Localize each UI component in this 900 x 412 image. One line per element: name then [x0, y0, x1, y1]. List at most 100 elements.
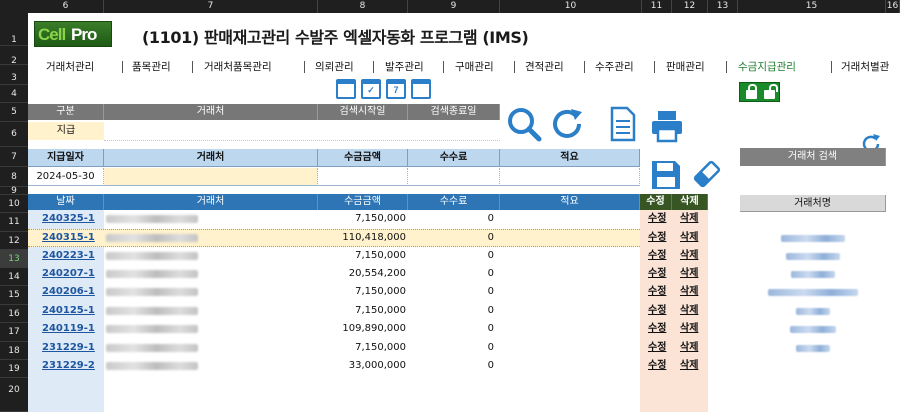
main-menu: 거래처관리 품목관리 거래처품목관리 의뢰관리 발주관리 구매관리 견적관리 수…	[28, 59, 900, 77]
row-number[interactable]: 20	[0, 378, 28, 412]
vendor-name-item[interactable]	[740, 265, 886, 283]
lock-unlock-toggle[interactable]	[739, 82, 780, 102]
save-icon[interactable]	[650, 159, 682, 191]
row-number[interactable]: 10	[0, 195, 28, 213]
row-number[interactable]: 3	[0, 65, 28, 85]
menu-item-sales-order[interactable]: 수주관리	[595, 59, 634, 74]
entry-memo-input[interactable]	[500, 168, 640, 186]
entry-fee-input[interactable]	[408, 168, 500, 186]
row-number[interactable]: 2	[0, 46, 28, 66]
row-code-link[interactable]: 240125-1	[42, 302, 95, 320]
menu-item-sales[interactable]: 판매관리	[666, 59, 705, 74]
column-6[interactable]: 6	[28, 0, 104, 13]
menu-item-vendor-product[interactable]: 거래처품목관리	[204, 59, 272, 74]
row-edit-button[interactable]: 수정	[648, 357, 666, 375]
menu-item-estimate[interactable]: 견적관리	[525, 59, 564, 74]
column-9[interactable]: 9	[408, 0, 500, 13]
row-number[interactable]: 7	[0, 147, 28, 167]
vendor-name-item[interactable]	[740, 229, 886, 247]
column-10[interactable]: 10	[500, 0, 642, 13]
row-delete-button[interactable]: 삭제	[680, 283, 698, 301]
row-number[interactable]: 11	[0, 213, 28, 232]
column-13[interactable]: 13	[708, 0, 738, 13]
row-delete-button[interactable]: 삭제	[680, 339, 698, 357]
menu-item-order[interactable]: 발주관리	[385, 59, 424, 74]
row-edit-button[interactable]: 수정	[648, 210, 666, 228]
row-number[interactable]: 15	[0, 286, 28, 305]
row-delete-button[interactable]: 삭제	[680, 210, 698, 228]
row-number[interactable]: 16	[0, 305, 28, 323]
vendor-name-item[interactable]	[740, 247, 886, 265]
row-number[interactable]: 12	[0, 232, 28, 250]
row-number[interactable]: 6	[0, 122, 28, 147]
refresh-icon[interactable]	[549, 106, 585, 142]
row-code-link[interactable]: 240119-1	[42, 320, 95, 338]
search-vendor-header: 거래처	[104, 104, 318, 120]
search-type-value[interactable]: 지급	[28, 122, 104, 140]
menu-item-product[interactable]: 품목관리	[132, 59, 171, 74]
menu-item-purchase[interactable]: 구매관리	[455, 59, 494, 74]
row-code-link[interactable]: 240315-1	[42, 229, 95, 247]
vendor-name-item[interactable]	[740, 283, 886, 301]
row-edit-button[interactable]: 수정	[648, 265, 666, 283]
column-8[interactable]: 8	[318, 0, 408, 13]
row-code-link[interactable]: 240207-1	[42, 265, 95, 283]
menu-item-vendor[interactable]: 거래처관리	[46, 59, 94, 74]
calendar-icon[interactable]	[336, 79, 356, 99]
row-number[interactable]: 14	[0, 268, 28, 286]
row-delete-button[interactable]: 삭제	[680, 320, 698, 338]
printer-icon[interactable]	[650, 109, 684, 143]
row-number[interactable]: 8	[0, 167, 28, 187]
row-number[interactable]: 18	[0, 342, 28, 360]
row-number-selected[interactable]: 13	[0, 250, 28, 268]
row-code-link[interactable]: 240325-1	[42, 210, 95, 228]
row-edit-button[interactable]: 수정	[648, 283, 666, 301]
menu-item-vendor-report[interactable]: 거래처별관	[841, 59, 889, 74]
row-edit-button[interactable]: 수정	[648, 339, 666, 357]
column-11[interactable]: 11	[642, 0, 672, 13]
column-12[interactable]: 12	[672, 0, 708, 13]
row-number[interactable]: 5	[0, 103, 28, 122]
vendor-search-button[interactable]: 거래처 검색	[740, 148, 886, 166]
menu-item-payment[interactable]: 수금지급관리	[738, 59, 796, 74]
row-number[interactable]: 9	[0, 187, 28, 196]
column-7[interactable]: 7	[104, 0, 318, 13]
vendor-name-item[interactable]	[740, 339, 886, 357]
row-delete-button[interactable]: 삭제	[680, 265, 698, 283]
calendar-seven-icon[interactable]: 7	[386, 79, 406, 99]
search-icon[interactable]	[506, 106, 542, 142]
row-edit-button[interactable]: 수정	[648, 229, 666, 247]
row-code-link[interactable]: 231229-1	[42, 339, 95, 357]
row-number[interactable]: 17	[0, 323, 28, 342]
vendor-name-item[interactable]	[740, 320, 886, 338]
column-15[interactable]: 15	[738, 0, 886, 13]
row-code-link[interactable]: 240206-1	[42, 283, 95, 301]
row-amount: 7,150,000	[355, 305, 406, 316]
calendar-month-icon[interactable]	[411, 79, 431, 99]
row-delete-button[interactable]: 삭제	[680, 247, 698, 265]
row-edit-button[interactable]: 수정	[648, 320, 666, 338]
row-delete-button[interactable]: 삭제	[680, 229, 698, 247]
entry-amount-input[interactable]	[318, 168, 408, 186]
row-number[interactable]: 19	[0, 360, 28, 378]
menu-item-request[interactable]: 의뢰관리	[315, 59, 354, 74]
list-amount-header: 수금금액	[318, 194, 408, 210]
row-code-link[interactable]: 231229-2	[42, 357, 95, 375]
row-edit-button[interactable]: 수정	[648, 302, 666, 320]
vendor-name-item[interactable]	[740, 302, 886, 320]
row-edit-button[interactable]: 수정	[648, 247, 666, 265]
row-delete-button[interactable]: 삭제	[680, 302, 698, 320]
entry-date-input[interactable]: 2024-05-30	[28, 168, 104, 186]
calendar-check-icon[interactable]: ✓	[361, 79, 381, 99]
entry-vendor-input[interactable]	[104, 168, 318, 186]
row-code-link[interactable]: 240223-1	[42, 247, 95, 265]
logo-text-cell: Cell	[38, 25, 66, 44]
eraser-icon[interactable]	[692, 159, 722, 189]
document-icon[interactable]	[610, 106, 636, 142]
row-fee: 0	[487, 232, 494, 243]
column-16[interactable]: 16	[886, 0, 900, 13]
row-delete-button[interactable]: 삭제	[680, 357, 698, 375]
row-amount: 33,000,000	[348, 360, 406, 371]
row-number[interactable]: 1	[0, 13, 28, 46]
row-number[interactable]: 4	[0, 85, 28, 103]
